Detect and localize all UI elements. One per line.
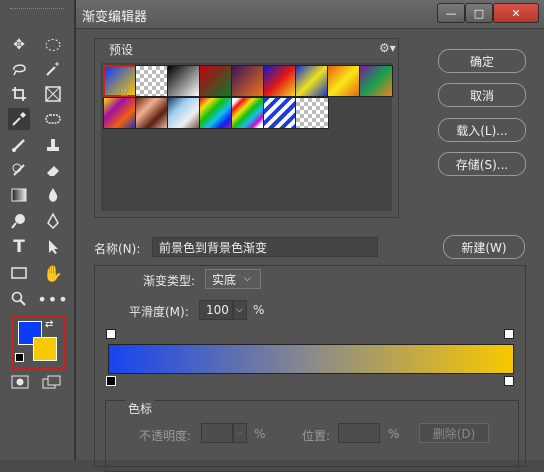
preset-grid	[101, 63, 393, 211]
preset-swatch-transparent-rainbow[interactable]	[231, 97, 265, 129]
minimize-button[interactable]: —	[437, 3, 465, 23]
smoothness-input[interactable]: 100	[199, 300, 233, 320]
location-input[interactable]	[338, 423, 380, 443]
preset-swatch-violet-green-orange[interactable]	[359, 65, 393, 97]
close-button[interactable]: ✕	[493, 3, 539, 23]
cancel-button[interactable]: 取消	[438, 83, 526, 107]
smoothness-unit: %	[253, 303, 265, 317]
load-button[interactable]: 载入(L)...	[438, 118, 526, 142]
default-colors-icon[interactable]	[15, 353, 24, 362]
dialog-titlebar[interactable]: 渐变编辑器 — □ ✕	[76, 0, 544, 29]
opacity-stop-left[interactable]	[106, 329, 116, 339]
ok-button[interactable]: 确定	[438, 49, 526, 73]
maximize-icon: □	[473, 6, 485, 20]
background-color-swatch[interactable]	[33, 337, 57, 361]
preset-swatch-spectrum[interactable]	[199, 97, 233, 129]
preset-swatch-chrome[interactable]	[167, 97, 201, 129]
opacity-stop-right[interactable]	[504, 329, 514, 339]
preset-swatch-yellow-violet-orange-blue[interactable]	[103, 97, 137, 129]
preset-swatch-blue-yellow-blue[interactable]	[295, 65, 329, 97]
opacity-dropdown-icon[interactable]: ⌵	[233, 423, 247, 443]
preset-swatch-orange-yellow-orange[interactable]	[327, 65, 361, 97]
preset-swatch-fg-to-transparent[interactable]	[135, 65, 169, 97]
blur-tool-icon[interactable]	[42, 184, 64, 206]
stops-section-label: 色标	[126, 400, 155, 417]
color-stop-right[interactable]	[504, 376, 514, 386]
marquee-tool-icon[interactable]	[42, 34, 64, 56]
minimize-icon: —	[445, 6, 457, 20]
type-tool-icon[interactable]: T	[8, 236, 30, 258]
opacity-label: 不透明度:	[139, 429, 192, 443]
hand-cursor-icon: ☝	[120, 84, 129, 100]
stops-panel: 色标 不透明度: ⌵ % 位置: % 删除(D)	[105, 400, 519, 472]
gradient-tool-icon[interactable]	[8, 184, 30, 206]
eraser-tool-icon[interactable]	[42, 159, 64, 181]
color-stop-left[interactable]	[106, 376, 116, 386]
name-input[interactable]: 前景色到背景色渐变	[152, 237, 378, 257]
gradient-settings-panel: 渐变类型: 实底 ⌵ 平滑度(M): 100 ⌵ % 色标 不透明度: ⌵ % …	[94, 265, 526, 472]
preset-swatch-violet-orange[interactable]	[231, 65, 265, 97]
clone-stamp-icon[interactable]	[42, 134, 64, 156]
smoothness-dropdown-icon[interactable]: ⌵	[233, 300, 247, 320]
close-icon: ✕	[511, 6, 521, 20]
name-label: 名称(N):	[94, 242, 141, 256]
preset-swatch-copper[interactable]	[135, 97, 169, 129]
zoom-tool-icon[interactable]	[8, 288, 30, 310]
preset-swatch-blue-red-yellow[interactable]	[263, 65, 297, 97]
rectangle-tool-icon[interactable]	[8, 262, 30, 284]
preset-swatch-transparent[interactable]	[295, 97, 329, 129]
path-selection-icon[interactable]	[42, 236, 64, 258]
maximize-button[interactable]: □	[465, 3, 493, 23]
gradient-type-select[interactable]: 实底 ⌵	[205, 269, 261, 289]
new-button[interactable]: 新建(W)	[443, 235, 525, 259]
gradient-preview-bar[interactable]	[108, 344, 514, 374]
magic-wand-icon[interactable]	[42, 58, 64, 80]
preset-swatch-red-green[interactable]	[199, 65, 233, 97]
history-brush-icon[interactable]	[8, 159, 30, 181]
crop-tool-icon[interactable]	[8, 83, 30, 105]
frame-tool-icon[interactable]	[42, 83, 64, 105]
gradient-editor-dialog: 渐变编辑器 — □ ✕ 预设 ⚙▾ 确定 取消 载入(L)... 存储(S)..…	[75, 0, 544, 472]
brush-tool-icon[interactable]	[8, 134, 30, 156]
preset-swatch-black-white[interactable]	[167, 65, 201, 97]
dodge-tool-icon[interactable]	[8, 210, 30, 232]
toolbar-grip[interactable]	[10, 8, 64, 11]
hand-tool-icon[interactable]: ✋	[42, 262, 64, 284]
gradient-type-label: 渐变类型:	[143, 274, 196, 288]
screen-mode-icon[interactable]	[42, 375, 62, 392]
move-tool-icon[interactable]: ✥	[8, 34, 30, 56]
swap-colors-icon[interactable]: ⇄	[45, 319, 53, 330]
healing-brush-icon[interactable]	[42, 108, 64, 130]
presets-panel: 预设 ⚙▾	[94, 38, 399, 218]
presets-gear-icon[interactable]: ⚙▾	[379, 41, 396, 55]
chevron-down-icon: ⌵	[244, 274, 251, 284]
tools-panel: ✥ T ✋ ••• ⇄	[0, 0, 75, 460]
opacity-input[interactable]	[201, 423, 233, 443]
lasso-tool-icon[interactable]	[8, 58, 30, 80]
location-unit: %	[388, 427, 400, 441]
presets-label: 预设	[109, 43, 134, 57]
quick-mask-icon[interactable]	[11, 375, 29, 392]
eyedropper-tool-icon[interactable]	[8, 108, 30, 130]
dialog-title: 渐变编辑器	[82, 10, 148, 25]
smoothness-label: 平滑度(M):	[129, 305, 189, 319]
preset-swatch-transparent-stripes[interactable]	[263, 97, 297, 129]
delete-button[interactable]: 删除(D)	[419, 423, 489, 443]
pen-tool-icon[interactable]	[42, 210, 64, 232]
save-button[interactable]: 存储(S)...	[438, 152, 526, 176]
gradient-type-value: 实底	[212, 272, 237, 287]
location-label: 位置:	[302, 429, 331, 443]
more-tools-icon[interactable]: •••	[37, 288, 67, 310]
opacity-unit: %	[254, 427, 266, 441]
